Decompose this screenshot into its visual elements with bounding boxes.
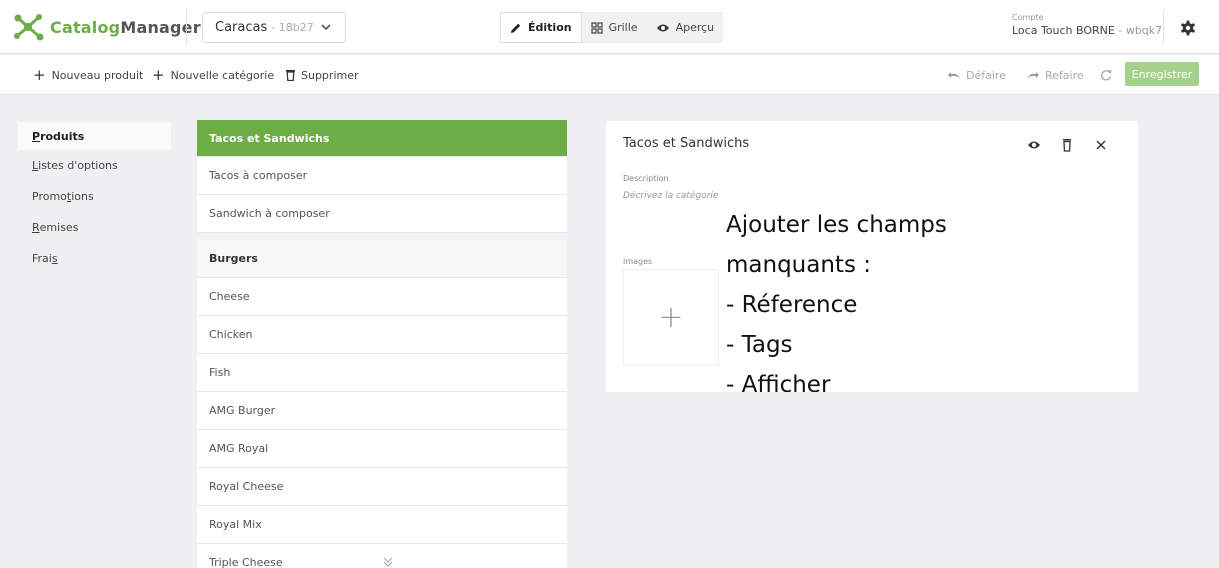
trash-icon[interactable] bbox=[1060, 138, 1074, 152]
trash-icon bbox=[286, 70, 295, 81]
account-name: Loca Touch BORNE - wbqk7 bbox=[1012, 24, 1163, 37]
annotation-note: Ajouter les champs manquants : - Réferen… bbox=[726, 212, 947, 392]
category-detail-panel: Tacos et Sandwichs Description Décrivez … bbox=[606, 121, 1138, 392]
gear-icon[interactable] bbox=[1180, 20, 1196, 36]
plus-icon: + bbox=[33, 66, 46, 84]
redo-icon bbox=[1027, 72, 1039, 78]
list-item[interactable]: Royal Cheese bbox=[197, 468, 567, 506]
site-code: - 18b27 bbox=[271, 21, 314, 34]
add-image-button[interactable]: + bbox=[623, 269, 719, 365]
double-chevron-down-icon[interactable] bbox=[382, 556, 394, 568]
chevron-down-icon bbox=[321, 24, 331, 31]
new-category-button[interactable]: + Nouvelle catégorie bbox=[152, 55, 274, 95]
panel-title: Tacos et Sandwichs bbox=[623, 136, 750, 151]
list-item[interactable]: Cheese bbox=[197, 278, 567, 316]
refresh-icon[interactable] bbox=[1100, 55, 1117, 95]
grid-icon bbox=[590, 21, 603, 34]
close-icon[interactable] bbox=[1094, 138, 1108, 152]
toolbar: + Nouveau produit + Nouvelle catégorie Sup… bbox=[0, 55, 1219, 95]
divider bbox=[186, 10, 187, 44]
mode-grille[interactable]: Grille bbox=[581, 12, 647, 43]
list-item[interactable]: Triple Cheese bbox=[197, 544, 567, 568]
undo-icon bbox=[948, 72, 960, 78]
left-nav: Produits Listes d'options Promo t ions Rem… bbox=[18, 122, 171, 274]
site-name: Caracas bbox=[215, 20, 268, 35]
list-item[interactable]: Tacos à composer bbox=[197, 157, 567, 195]
description-label: Description bbox=[623, 174, 669, 183]
logo-icon bbox=[14, 14, 44, 41]
images-label: Images bbox=[623, 257, 653, 266]
list-item[interactable]: Sandwich à composer bbox=[197, 195, 567, 233]
redo-button[interactable]: Refaire bbox=[1026, 55, 1084, 95]
undo-button[interactable]: Défaire bbox=[947, 55, 1006, 95]
view-mode-switcher: Édition Grille Aperçu bbox=[500, 12, 724, 43]
account-label: Compte bbox=[1012, 13, 1044, 22]
app-logo[interactable]: CatalogManager bbox=[12, 12, 201, 42]
new-product-button[interactable]: + Nouveau produit bbox=[33, 55, 143, 95]
site-select[interactable]: Caracas - 18b27 bbox=[202, 12, 346, 43]
list-item[interactable]: Chicken bbox=[197, 316, 567, 354]
category-row[interactable]: Burgers bbox=[197, 240, 567, 278]
mode-apercu[interactable]: Aperçu bbox=[646, 12, 724, 43]
list-item[interactable]: Royal Mix bbox=[197, 506, 567, 544]
category-row[interactable]: Tacos et Sandwichs bbox=[197, 120, 567, 157]
divider bbox=[1163, 10, 1164, 44]
product-list: Tacos et Sandwichs Tacos à composer Sand… bbox=[197, 120, 567, 568]
pencil-icon bbox=[511, 23, 521, 33]
mode-edition[interactable]: Édition bbox=[500, 12, 582, 43]
eye-icon bbox=[656, 24, 669, 31]
nav-item-produits[interactable]: Produits bbox=[18, 122, 171, 150]
list-item[interactable]: AMG Royal bbox=[197, 430, 567, 468]
nav-item-remises[interactable]: Remises bbox=[18, 212, 171, 243]
save-button[interactable]: Enregistrer bbox=[1125, 62, 1199, 86]
eye-icon[interactable] bbox=[1027, 138, 1041, 152]
app-title: CatalogManager bbox=[50, 17, 201, 37]
nav-item-listes-options[interactable]: Listes d'options bbox=[18, 150, 171, 181]
account-info[interactable]: Compte Loca Touch BORNE - wbqk7 bbox=[1012, 13, 1162, 37]
list-item[interactable]: AMG Burger bbox=[197, 392, 567, 430]
delete-button[interactable]: Supprimer bbox=[285, 55, 359, 95]
plus-icon: + bbox=[152, 66, 165, 84]
nav-item-promotions[interactable]: Promo t ions bbox=[18, 181, 171, 212]
description-input[interactable]: Décrivez la catégorie bbox=[623, 191, 718, 201]
list-item[interactable]: Fish bbox=[197, 354, 567, 392]
top-bar: CatalogManager Caracas - 18b27 Édition G… bbox=[0, 0, 1219, 54]
nav-item-frais[interactable]: Frai s bbox=[18, 243, 171, 274]
